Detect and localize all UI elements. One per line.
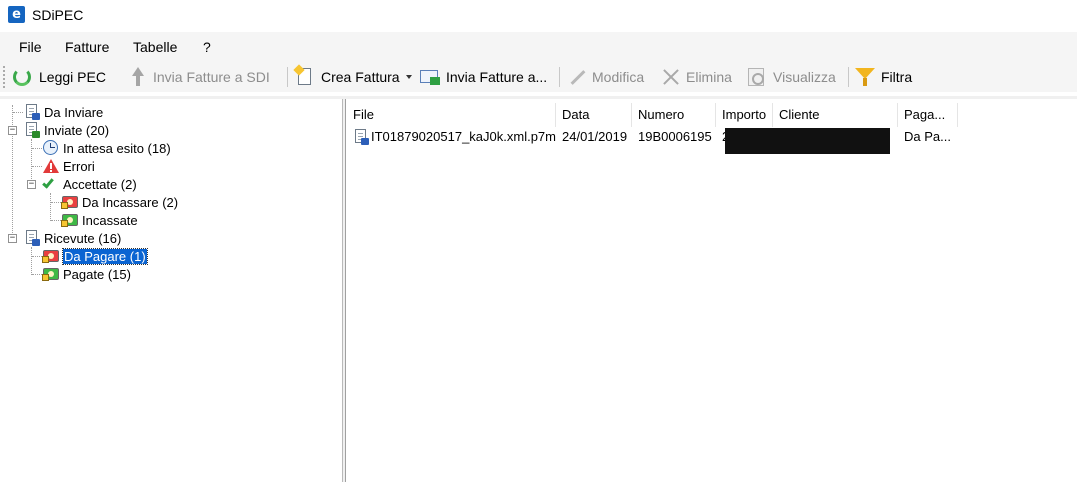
tree-item-errori[interactable]: Errori xyxy=(43,157,95,175)
panel-splitter[interactable] xyxy=(343,99,346,482)
column-header-file[interactable]: File xyxy=(347,103,556,127)
tree-item-pagate[interactable]: Pagate (15) xyxy=(42,265,131,283)
crea-fattura-label: Crea Fattura xyxy=(321,69,400,85)
collapse-toggle[interactable]: − xyxy=(8,126,17,135)
column-header-numero[interactable]: Numero xyxy=(632,103,716,127)
tree-item-incassate[interactable]: Incassate xyxy=(61,211,138,229)
tree-item-inviate[interactable]: Inviate (20) xyxy=(24,121,109,139)
tree-connector xyxy=(31,247,32,275)
cell-data: 24/01/2019 xyxy=(562,129,628,144)
toolbar-separator xyxy=(848,67,849,87)
visualizza-label: Visualizza xyxy=(773,69,836,85)
refresh-icon xyxy=(13,67,33,87)
toolbar-separator xyxy=(559,67,560,87)
tree-item-label: Errori xyxy=(63,158,95,174)
modifica-label: Modifica xyxy=(592,69,645,85)
tree-item-label: Da Incassare (2) xyxy=(82,194,179,210)
column-header-cliente[interactable]: Cliente xyxy=(773,103,898,127)
collapse-toggle[interactable]: − xyxy=(27,180,36,189)
mail-send-icon xyxy=(420,67,440,87)
tree-item-da-pagare[interactable]: Da Pagare (1) xyxy=(42,247,148,265)
toolbar-separator xyxy=(287,67,288,87)
cell-numero: 19B0006195 xyxy=(638,129,712,144)
tree-connector xyxy=(32,148,42,149)
invoice-list[interactable]: File Data Numero Importo Cliente Paga...… xyxy=(347,99,1077,482)
tree-connector xyxy=(13,112,23,113)
cell-file: IT01879020517_kaJ0k.xml.p7m xyxy=(347,127,556,147)
redacted-block xyxy=(725,128,890,154)
filtra-button[interactable]: Filtra xyxy=(855,65,912,89)
table-row[interactable]: IT01879020517_kaJ0k.xml.p7m 24/01/2019 1… xyxy=(347,127,1077,147)
tree-item-label: Accettate (2) xyxy=(63,176,137,192)
tree-item-da-incassare[interactable]: Da Incassare (2) xyxy=(61,193,179,211)
tree-item-label-selected: Da Pagare (1) xyxy=(62,247,148,265)
tree-item-ricevute[interactable]: Ricevute (16) xyxy=(24,229,121,247)
cell-pagamento: Da Pa... xyxy=(904,129,951,144)
invia-fatture-a-button[interactable]: Invia Fatture a... xyxy=(420,65,547,89)
document-inbox-icon xyxy=(24,230,40,246)
visualizza-button[interactable]: Visualizza xyxy=(747,65,836,89)
delete-x-icon xyxy=(660,67,680,87)
preview-icon xyxy=(747,67,767,87)
document-file-icon xyxy=(353,129,369,145)
menu-help[interactable]: ? xyxy=(203,39,211,55)
title-bar: e SDiPEC xyxy=(0,0,1077,32)
app-logo-icon: e xyxy=(8,6,25,23)
menu-bar: File Fatture Tabelle ? xyxy=(0,32,1077,62)
window-title: SDiPEC xyxy=(32,7,84,23)
tree-item-label: Incassate xyxy=(82,212,138,228)
column-header-data[interactable]: Data xyxy=(556,103,632,127)
money-green-icon xyxy=(42,266,59,282)
tree-connector xyxy=(32,256,42,257)
document-outbox-icon xyxy=(24,104,40,120)
checkmark-icon xyxy=(42,176,59,192)
tree-item-label: Pagate (15) xyxy=(63,266,131,282)
tree-item-accettate[interactable]: Accettate (2) xyxy=(42,175,137,193)
invia-fatture-sdi-button[interactable]: Invia Fatture a SDI xyxy=(127,65,270,89)
tree-item-label: Da Inviare xyxy=(44,104,104,120)
new-document-icon xyxy=(293,64,315,87)
tree-connector xyxy=(50,193,51,221)
leggi-pec-label: Leggi PEC xyxy=(39,69,106,85)
money-red-icon xyxy=(42,248,59,264)
document-sent-icon xyxy=(24,122,40,138)
menu-fatture[interactable]: Fatture xyxy=(65,39,109,55)
menu-tabelle[interactable]: Tabelle xyxy=(133,39,177,55)
elimina-label: Elimina xyxy=(686,69,732,85)
upload-arrow-icon xyxy=(127,67,147,87)
cell-file-text: IT01879020517_kaJ0k.xml.p7m xyxy=(370,129,556,144)
money-red-icon xyxy=(61,194,78,210)
tree-connector xyxy=(51,220,61,221)
money-green-icon xyxy=(61,212,78,228)
invia-fatture-a-label: Invia Fatture a... xyxy=(446,69,548,85)
chevron-down-icon[interactable] xyxy=(405,75,412,79)
leggi-pec-button[interactable]: Leggi PEC xyxy=(13,65,106,89)
clock-icon xyxy=(43,140,59,156)
tree-item-label: Ricevute (16) xyxy=(44,230,122,246)
funnel-filter-icon xyxy=(855,67,875,87)
filtra-label: Filtra xyxy=(881,69,913,85)
pencil-icon xyxy=(566,67,586,87)
collapse-toggle[interactable]: − xyxy=(8,234,17,243)
tree-item-in-attesa-esito[interactable]: In attesa esito (18) xyxy=(43,139,171,157)
invia-fatture-sdi-label: Invia Fatture a SDI xyxy=(153,69,270,85)
modifica-button[interactable]: Modifica xyxy=(566,65,644,89)
tree-item-da-inviare[interactable]: Da Inviare xyxy=(24,103,103,121)
column-header-pagamento[interactable]: Paga... xyxy=(898,103,958,127)
toolbar: Leggi PEC Invia Fatture a SDI Crea Fattu… xyxy=(0,62,1077,92)
tree-item-label: Inviate (20) xyxy=(44,122,110,138)
menu-file[interactable]: File xyxy=(19,39,42,55)
warning-icon xyxy=(43,158,59,174)
toolbar-grip[interactable] xyxy=(3,66,6,88)
tree-connector xyxy=(51,202,61,203)
elimina-button[interactable]: Elimina xyxy=(660,65,732,89)
tree-connector xyxy=(32,166,42,167)
list-header: File Data Numero Importo Cliente Paga... xyxy=(347,103,1077,127)
tree-item-label: In attesa esito (18) xyxy=(63,140,171,156)
folder-tree[interactable]: Da Inviare − Inviate (20) In attesa esit… xyxy=(0,99,343,482)
crea-fattura-button[interactable]: Crea Fattura xyxy=(293,64,412,89)
tree-connector xyxy=(32,274,42,275)
column-header-importo[interactable]: Importo xyxy=(716,103,773,127)
